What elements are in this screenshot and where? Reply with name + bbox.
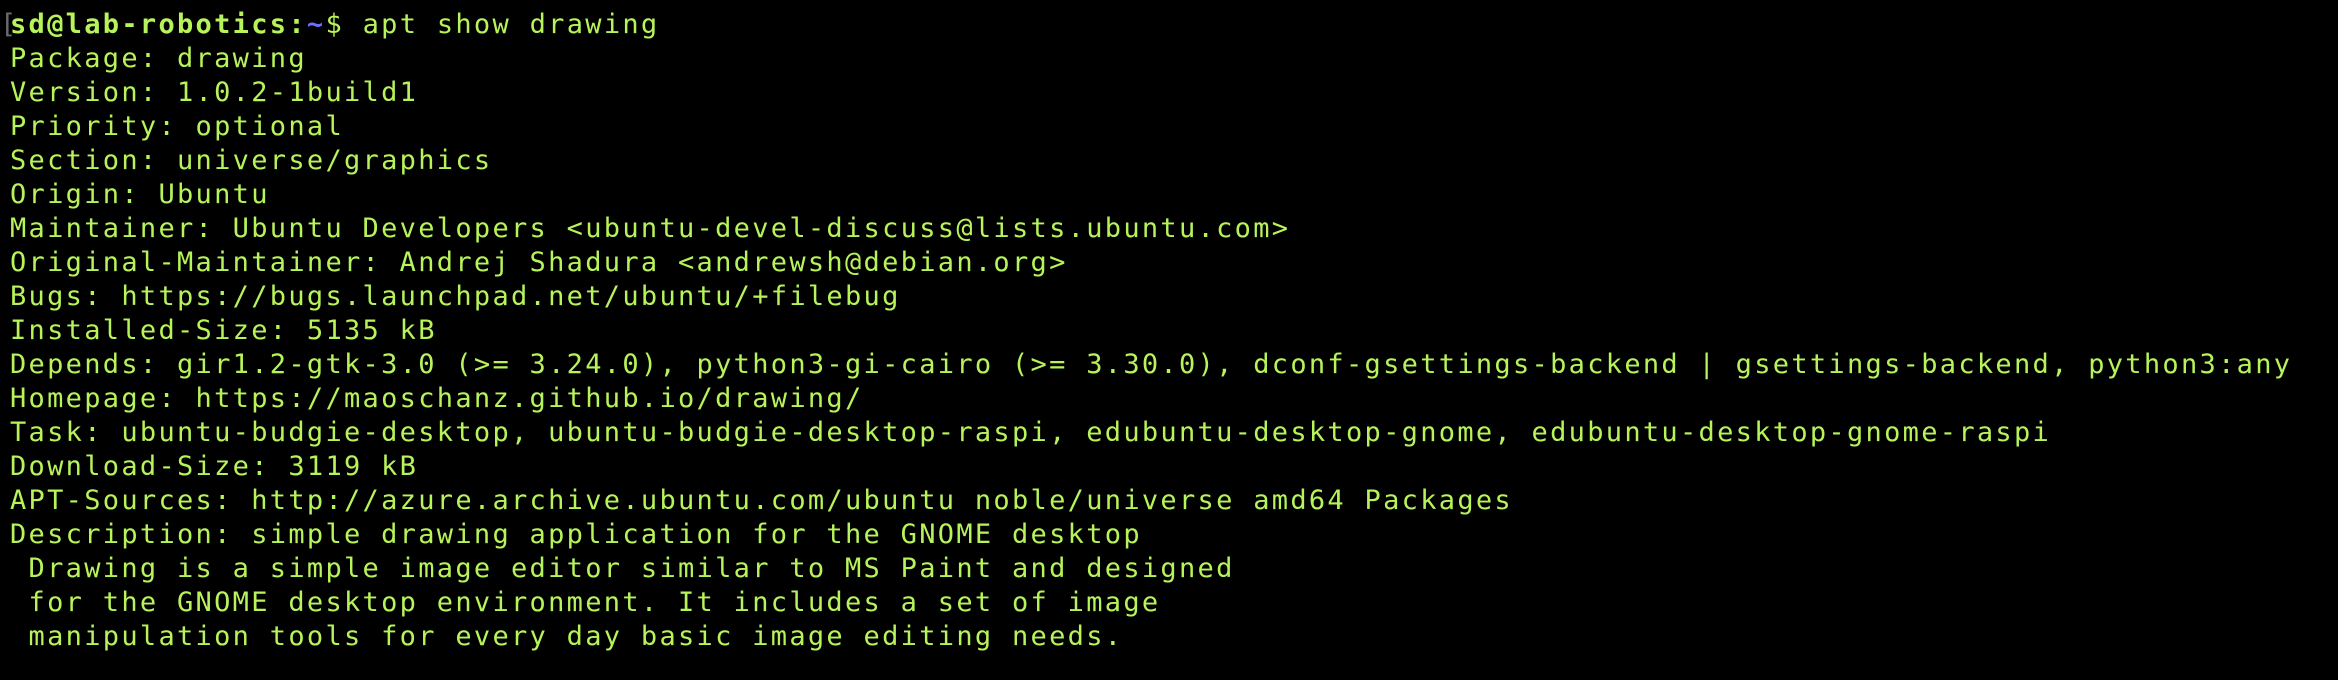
output-line-description-body-2: for the GNOME desktop environment. It in… (10, 587, 1161, 618)
output-line-description-body-1: Drawing is a simple image editor similar… (10, 553, 1235, 584)
output-line-original-maintainer: Original-Maintainer: Andrej Shadura <and… (10, 247, 1068, 278)
output-line-download-size: Download-Size: 3119 kB (10, 451, 419, 482)
output-line-maintainer: Maintainer: Ubuntu Developers <ubuntu-de… (10, 213, 1291, 244)
command-output: Package: drawing Version: 1.0.2-1build1 … (0, 42, 2338, 654)
prompt-user-host: sd@lab-robotics (10, 9, 289, 40)
output-line-version: Version: 1.0.2-1build1 (10, 77, 419, 108)
prompt-bracket: [ (0, 9, 19, 40)
output-line-origin: Origin: Ubuntu (10, 179, 270, 210)
output-line-apt-sources: APT-Sources: http://azure.archive.ubuntu… (10, 485, 1513, 516)
output-line-task: Task: ubuntu-budgie-desktop, ubuntu-budg… (10, 417, 2052, 448)
terminal-window[interactable]: [sd@lab-robotics:~$ apt show drawing Pac… (0, 0, 2338, 680)
output-line-bugs: Bugs: https://bugs.launchpad.net/ubuntu/… (10, 281, 901, 312)
output-line-priority: Priority: optional (10, 111, 344, 142)
output-line-package: Package: drawing (10, 43, 307, 74)
prompt-symbol: $ (325, 9, 363, 40)
prompt-path: ~ (306, 9, 326, 40)
output-line-description-body-3: manipulation tools for every day basic i… (10, 621, 1124, 652)
output-line-homepage: Homepage: https://maoschanz.github.io/dr… (10, 383, 864, 414)
prompt-line: [sd@lab-robotics:~$ apt show drawing (0, 8, 2338, 42)
output-line-installed-size: Installed-Size: 5135 kB (10, 315, 437, 346)
output-line-section: Section: universe/graphics (10, 145, 493, 176)
command-text: apt show drawing (362, 9, 660, 40)
output-line-description: Description: simple drawing application … (10, 519, 1142, 550)
output-line-depends: Depends: gir1.2-gtk-3.0 (>= 3.24.0), pyt… (10, 349, 2293, 380)
prompt-colon: : (288, 9, 307, 40)
